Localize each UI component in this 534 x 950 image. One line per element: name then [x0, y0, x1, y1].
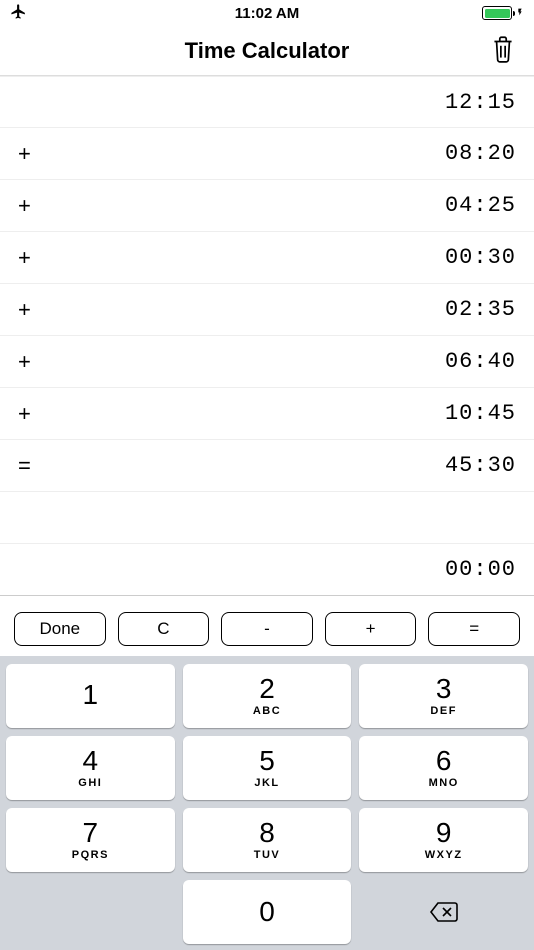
row-value: 12:15: [445, 90, 516, 115]
key-8[interactable]: 8 TUV: [183, 808, 352, 872]
minus-button[interactable]: -: [221, 612, 313, 646]
status-time: 11:02 AM: [235, 5, 299, 22]
key-3[interactable]: 3 DEF: [359, 664, 528, 728]
key-4[interactable]: 4 GHI: [6, 736, 175, 800]
clear-button[interactable]: C: [118, 612, 210, 646]
row-operator: +: [18, 141, 38, 167]
row-operator: +: [18, 193, 38, 219]
key-7[interactable]: 7 PQRS: [6, 808, 175, 872]
spacer: [0, 492, 534, 544]
list-item: + 02:35: [0, 284, 534, 336]
battery-icon: [482, 6, 512, 20]
row-value: 08:20: [445, 141, 516, 166]
airplane-mode-icon: [10, 3, 27, 24]
key-0[interactable]: 0: [183, 880, 352, 944]
current-value: 00:00: [445, 557, 516, 582]
row-operator: +: [18, 297, 38, 323]
trash-icon: [490, 34, 516, 64]
key-5[interactable]: 5 JKL: [183, 736, 352, 800]
row-operator: +: [18, 245, 38, 271]
key-6[interactable]: 6 MNO: [359, 736, 528, 800]
list-item: + 06:40: [0, 336, 534, 388]
row-value: 10:45: [445, 401, 516, 426]
charging-icon: [516, 5, 524, 22]
list-item: 12:15: [0, 76, 534, 128]
key-1[interactable]: 1: [6, 664, 175, 728]
key-9[interactable]: 9 WXYZ: [359, 808, 528, 872]
backspace-button[interactable]: [359, 880, 528, 944]
number-keypad: 1 2 ABC 3 DEF 4 GHI 5 JKL 6 MNO 7 PQRS: [0, 656, 534, 950]
key-2[interactable]: 2 ABC: [183, 664, 352, 728]
equals-button[interactable]: =: [428, 612, 520, 646]
row-operator: +: [18, 349, 38, 375]
row-operator: =: [18, 453, 38, 479]
list-item: + 10:45: [0, 388, 534, 440]
row-value: 02:35: [445, 297, 516, 322]
page-title: Time Calculator: [185, 38, 350, 64]
plus-button[interactable]: +: [325, 612, 417, 646]
toolbar: Done C - + =: [0, 602, 534, 656]
list-item: + 08:20: [0, 128, 534, 180]
row-operator: +: [18, 401, 38, 427]
trash-button[interactable]: [486, 30, 520, 71]
done-button[interactable]: Done: [14, 612, 106, 646]
current-entry-row: 00:00: [0, 544, 534, 596]
list-item: + 04:25: [0, 180, 534, 232]
row-value: 45:30: [445, 453, 516, 478]
status-bar: 11:02 AM: [0, 0, 534, 26]
row-value: 06:40: [445, 349, 516, 374]
row-value: 00:30: [445, 245, 516, 270]
header: Time Calculator: [0, 26, 534, 76]
list-item: + 00:30: [0, 232, 534, 284]
list-item: = 45:30: [0, 440, 534, 492]
keypad-spacer: [6, 880, 175, 944]
calculation-list: 12:15 + 08:20 + 04:25 + 00:30 + 02:35 + …: [0, 76, 534, 602]
row-value: 04:25: [445, 193, 516, 218]
backspace-icon: [429, 901, 459, 923]
